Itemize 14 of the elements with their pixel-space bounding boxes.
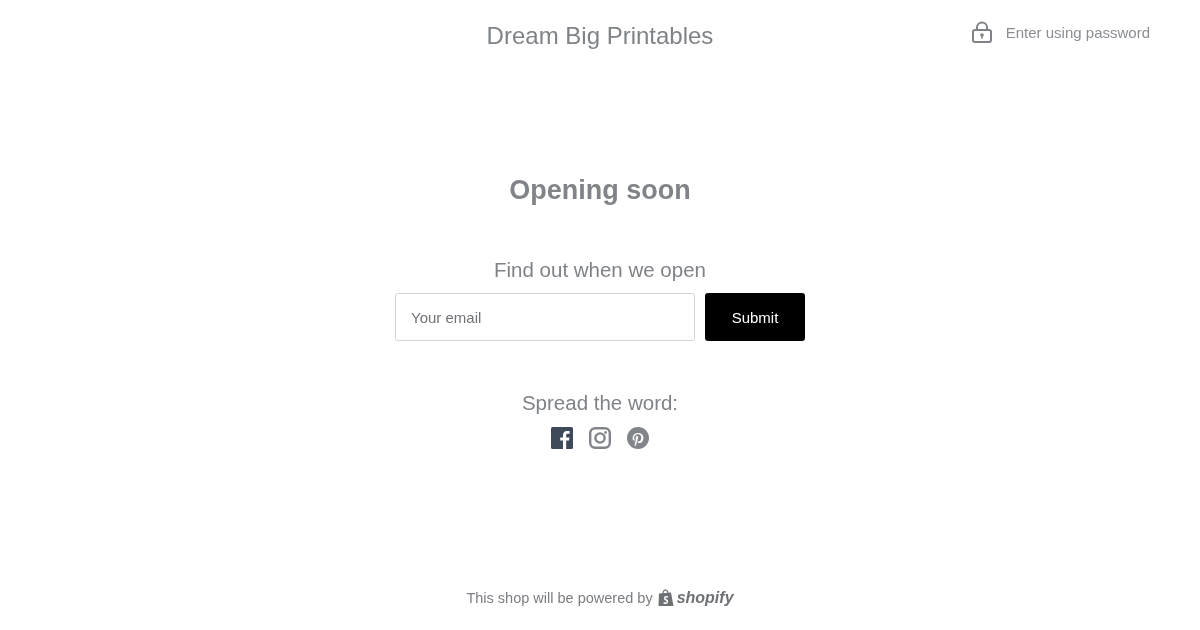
submit-button[interactable]: Submit bbox=[705, 293, 805, 341]
signup-heading: Find out when we open bbox=[494, 257, 706, 283]
shopping-bag-icon bbox=[657, 589, 674, 607]
shopify-link[interactable]: shopify bbox=[657, 588, 734, 608]
page-heading: Opening soon bbox=[509, 174, 691, 207]
site-title: Dream Big Printables bbox=[486, 21, 714, 51]
share-heading: Spread the word: bbox=[521, 390, 679, 416]
email-field[interactable]: Your email bbox=[395, 293, 695, 341]
pinterest-icon[interactable] bbox=[627, 427, 649, 449]
instagram-icon[interactable] bbox=[589, 427, 611, 449]
password-link[interactable]: Enter using password bbox=[971, 21, 1150, 43]
padlock-icon bbox=[971, 21, 992, 43]
powered-by-text: This shop will be powered by bbox=[466, 589, 653, 608]
facebook-icon[interactable] bbox=[551, 427, 573, 449]
